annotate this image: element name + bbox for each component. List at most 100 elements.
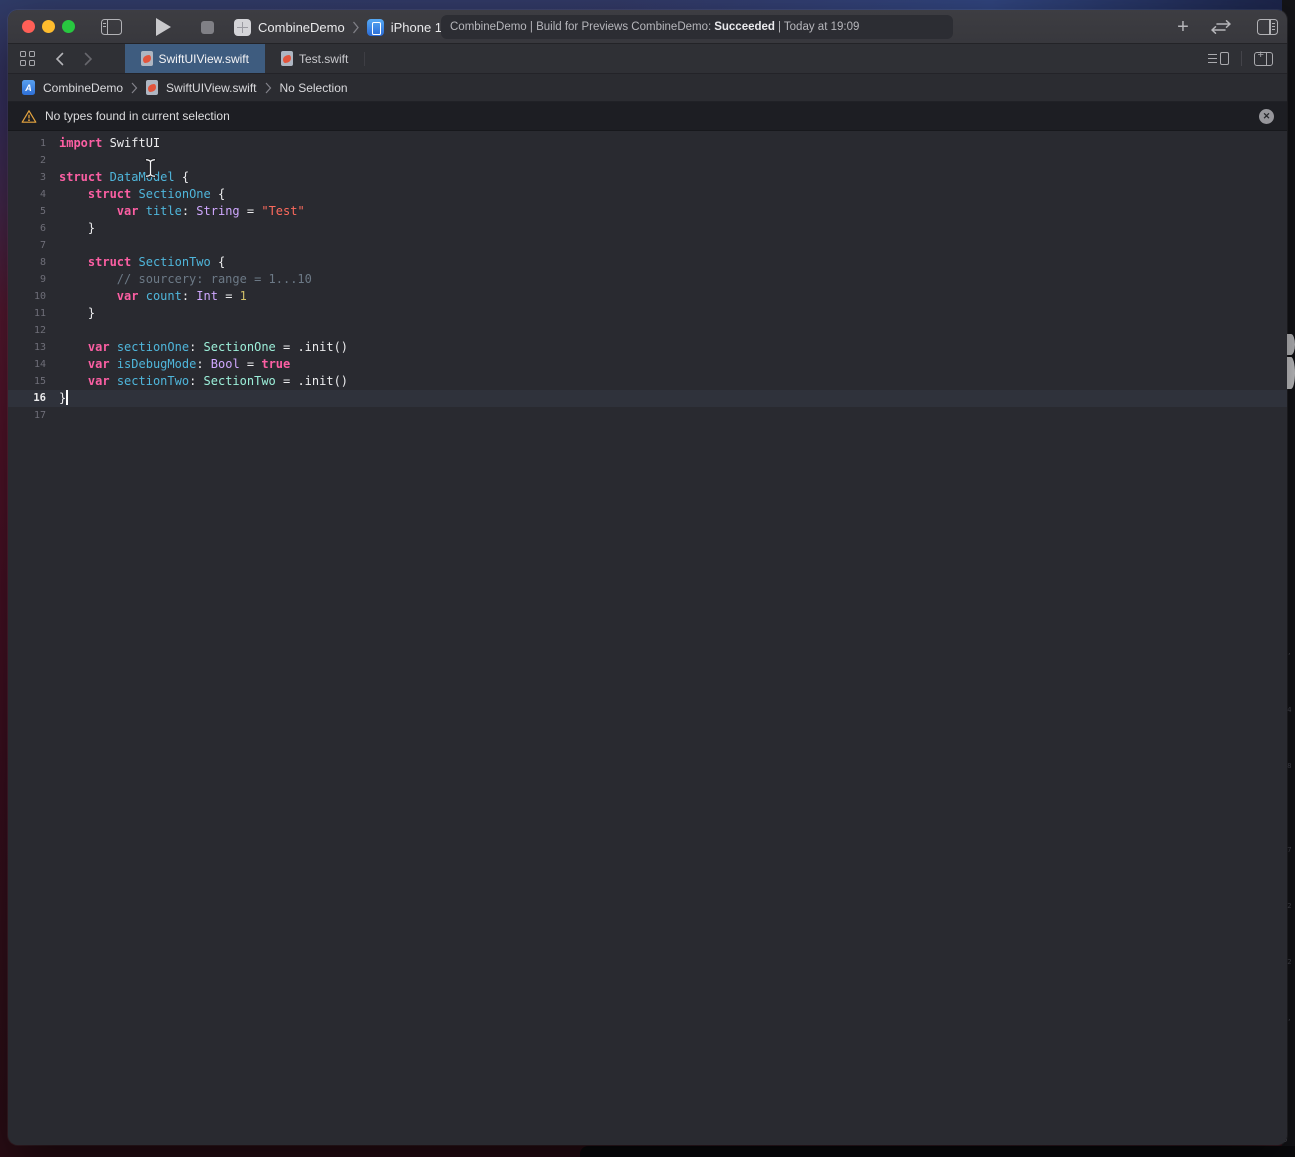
stop-icon <box>201 21 214 34</box>
scheme-selector[interactable]: CombineDemo iPhone 12 <box>234 10 449 44</box>
background-shape <box>1287 357 1295 389</box>
close-window-button[interactable] <box>22 20 35 33</box>
code-review-button[interactable] <box>1206 10 1236 44</box>
minimize-window-button[interactable] <box>42 20 55 33</box>
warning-message: No types found in current selection <box>45 109 230 123</box>
chevron-right-icon <box>352 21 360 34</box>
editor-tabs: SwiftUIView.swift Test.swift <box>125 44 366 73</box>
swap-arrows-icon <box>1208 19 1234 35</box>
breadcrumb-project[interactable]: CombineDemo <box>43 81 123 95</box>
editor-options-icon <box>1208 54 1217 63</box>
tab-overview-button[interactable] <box>20 51 35 66</box>
warning-banner: No types found in current selection ✕ <box>8 102 1287 131</box>
code-text: var sectionOne: SectionOne = .init() <box>59 339 348 356</box>
swift-file-icon <box>281 51 293 66</box>
stop-button[interactable] <box>198 10 216 44</box>
code-text: import SwiftUI <box>59 135 160 152</box>
text-caret <box>66 390 68 405</box>
code-text: var isDebugMode: Bool = true <box>59 356 290 373</box>
code-line[interactable]: 4 struct SectionOne { <box>8 186 1287 203</box>
code-line[interactable]: 6 } <box>8 220 1287 237</box>
code-line[interactable]: 9 // sourcery: range = 1...10 <box>8 271 1287 288</box>
sidebar-right-icon <box>1257 19 1278 35</box>
breadcrumb-file[interactable]: SwiftUIView.swift <box>166 81 256 95</box>
toggle-navigator-button[interactable] <box>98 10 124 44</box>
code-line[interactable]: 13 var sectionOne: SectionOne = .init() <box>8 339 1287 356</box>
zoom-window-button[interactable] <box>62 20 75 33</box>
chevron-right-icon <box>131 82 138 94</box>
background-shape <box>1287 334 1295 355</box>
code-line[interactable]: 3 struct DataModel { <box>8 169 1287 186</box>
code-line[interactable]: 2 <box>8 152 1287 169</box>
line-number: 4 <box>8 186 46 203</box>
traffic-lights <box>22 20 75 33</box>
code-line[interactable]: 11 } <box>8 305 1287 322</box>
xcode-window: CombineDemo iPhone 12 CombineDemo | Buil… <box>8 10 1287 1145</box>
tab-label: Test.swift <box>299 52 348 66</box>
code-text: struct SectionTwo { <box>59 254 225 271</box>
breadcrumb: A CombineDemo SwiftUIView.swift No Selec… <box>8 74 1287 102</box>
code-line[interactable]: 12 <box>8 322 1287 339</box>
code-text: } <box>59 220 95 237</box>
line-number: 11 <box>8 305 46 322</box>
code-line[interactable]: 5 var title: String = "Test" <box>8 203 1287 220</box>
code-text: } <box>59 390 68 407</box>
line-number: 12 <box>8 322 46 339</box>
titlebar: CombineDemo iPhone 12 CombineDemo | Buil… <box>8 10 1287 44</box>
line-number: 17 <box>8 407 46 424</box>
line-number: 2 <box>8 152 46 169</box>
warning-icon <box>21 109 37 124</box>
code-line[interactable]: 10 var count: Int = 1 <box>8 288 1287 305</box>
code-line[interactable]: 1 import SwiftUI <box>8 135 1287 152</box>
scheme-app-icon <box>234 19 251 36</box>
scheme-name[interactable]: CombineDemo <box>258 20 345 35</box>
swift-file-icon <box>141 51 153 66</box>
editor-options-button[interactable] <box>1208 52 1229 65</box>
tab-separator <box>364 52 365 66</box>
code-line[interactable]: 7 <box>8 237 1287 254</box>
swift-file-icon <box>146 80 158 95</box>
line-number: 8 <box>8 254 46 271</box>
tab-label: SwiftUIView.swift <box>159 52 249 66</box>
tab-bar: SwiftUIView.swift Test.swift <box>8 44 1287 74</box>
code-text: struct DataModel { <box>59 169 189 186</box>
divider <box>1241 51 1242 66</box>
line-number: 5 <box>8 203 46 220</box>
code-line[interactable]: 15 var sectionTwo: SectionTwo = .init() <box>8 373 1287 390</box>
line-number: 10 <box>8 288 46 305</box>
tab-test[interactable]: Test.swift <box>265 44 364 73</box>
line-number: 13 <box>8 339 46 356</box>
line-number: 9 <box>8 271 46 288</box>
breadcrumb-selection[interactable]: No Selection <box>280 81 348 95</box>
background-window-edge <box>580 1146 1295 1157</box>
line-number: 6 <box>8 220 46 237</box>
go-back-button[interactable] <box>55 52 64 66</box>
toggle-inspector-button[interactable] <box>1254 10 1280 44</box>
code-line[interactable]: 8 struct SectionTwo { <box>8 254 1287 271</box>
project-icon: A <box>22 80 35 95</box>
add-editor-button[interactable] <box>1254 52 1273 66</box>
run-button[interactable] <box>152 10 174 44</box>
line-number: 7 <box>8 237 46 254</box>
code-editor[interactable]: 1import SwiftUI23struct DataModel {4 str… <box>8 131 1287 1145</box>
code-text: // sourcery: range = 1...10 <box>59 271 312 288</box>
line-number: 15 <box>8 373 46 390</box>
activity-status-bar[interactable]: CombineDemo | Build for Previews Combine… <box>441 15 953 39</box>
code-text: var title: String = "Test" <box>59 203 305 220</box>
library-button[interactable]: + <box>1172 10 1194 44</box>
line-number: 3 <box>8 169 46 186</box>
tab-swiftuiview[interactable]: SwiftUIView.swift <box>125 44 265 73</box>
code-line[interactable]: 16} <box>8 390 1287 407</box>
go-forward-button[interactable] <box>84 52 93 66</box>
line-number: 16 <box>8 390 46 407</box>
status-time: | Today at 19:09 <box>778 21 859 33</box>
plus-icon: + <box>1177 16 1189 39</box>
close-banner-button[interactable]: ✕ <box>1259 109 1274 124</box>
line-number: 1 <box>8 135 46 152</box>
code-line[interactable]: 14 var isDebugMode: Bool = true <box>8 356 1287 373</box>
sidebar-left-icon <box>101 19 122 35</box>
code-text: struct SectionOne { <box>59 186 225 203</box>
chevron-right-icon <box>265 82 272 94</box>
code-text: } <box>59 305 95 322</box>
code-line[interactable]: 17 <box>8 407 1287 424</box>
